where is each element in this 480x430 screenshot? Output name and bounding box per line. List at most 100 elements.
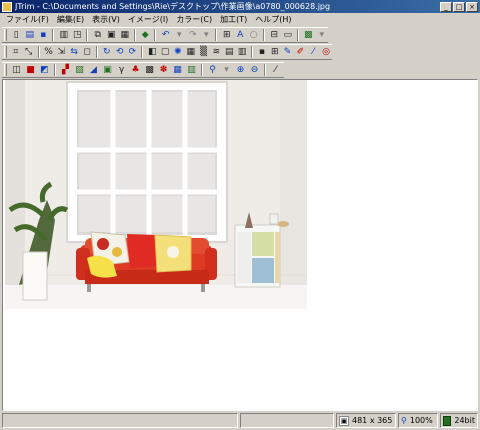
flip-horizontal-icon[interactable]: ⇆ (68, 46, 80, 59)
tile-icon[interactable]: ▪ (256, 46, 268, 59)
separator (264, 64, 266, 76)
zoom-icon[interactable]: ⚲ (206, 64, 219, 77)
posterize-icon[interactable]: ✽ (157, 64, 170, 77)
sepia-icon[interactable]: ■ (24, 64, 37, 77)
status-empty-panel (240, 413, 334, 428)
frame-icon[interactable]: ◧ (146, 46, 158, 59)
separator (262, 29, 265, 41)
close-button[interactable]: × (466, 1, 478, 12)
color-depth-value: 24bit (454, 416, 475, 425)
circle-select-icon[interactable]: ○ (247, 29, 260, 42)
separator (54, 64, 56, 76)
resize-percent-icon[interactable]: % (43, 46, 55, 59)
select-all-icon[interactable]: ⊞ (220, 29, 233, 42)
maximize-button[interactable]: □ (453, 1, 465, 12)
print-icon[interactable]: ▥ (57, 29, 70, 42)
menu-view[interactable]: 表示(V) (88, 14, 124, 25)
menu-process[interactable]: 加工(T) (216, 14, 251, 25)
toolbar-grip[interactable] (4, 46, 7, 58)
new-icon[interactable]: ▯ (10, 29, 23, 42)
negative-icon[interactable]: ◩ (38, 64, 51, 77)
color-balance-icon[interactable]: ▞ (59, 64, 72, 77)
sharpen-icon[interactable]: ✺ (172, 46, 184, 59)
separator (154, 29, 157, 41)
separator (201, 64, 203, 76)
toolbar-transform: ⌗ ⤡ % ⇲ ⇆ ◻ ↻ ⟲ ⟳ ◧ ▢ ✺ ▦ ▒ ≋ ▤ ▥ ▪ ⊞ ✎ … (2, 44, 332, 60)
rotate-left-icon[interactable]: ⟲ (114, 46, 126, 59)
gamma-icon[interactable]: γ (115, 64, 128, 77)
title-bar: JTrim - C:\Documents and Settings\Rie\デス… (0, 0, 480, 13)
trim-icon[interactable]: ⇲ (55, 46, 67, 59)
zoom-value: 100% (409, 416, 433, 425)
paste-icon[interactable]: ▣ (105, 29, 118, 42)
palette-icon[interactable]: ▥ (185, 64, 198, 77)
zoom-in-icon[interactable]: ⊕ (234, 64, 247, 77)
emboss-icon[interactable]: ▥ (236, 46, 248, 59)
image-size-panel: ▣ 481 x 365 (336, 413, 396, 428)
menu-help[interactable]: ヘルプ(H) (251, 14, 295, 25)
capture-icon[interactable]: ◆ (139, 29, 152, 42)
hue-icon[interactable]: ▧ (73, 64, 86, 77)
thumbnail-icon[interactable]: ▩ (302, 29, 315, 42)
minimize-button[interactable]: _ (440, 1, 452, 12)
menu-edit[interactable]: 編集(E) (53, 14, 88, 25)
contrast-icon[interactable]: ▣ (101, 64, 114, 77)
zoom-dropdown-icon[interactable]: ▾ (220, 64, 233, 77)
saturation-icon[interactable]: ♣ (129, 64, 142, 77)
grayscale-icon[interactable]: ◫ (10, 64, 23, 77)
zoom-status-icon: ⚲ (401, 416, 407, 425)
eyedropper-icon[interactable]: ⁄ (269, 64, 282, 77)
image-size-icon: ▣ (339, 415, 349, 426)
open-icon[interactable]: ▤ (23, 29, 36, 42)
pen-icon[interactable]: ⁄ (307, 46, 319, 59)
image-canvas[interactable] (2, 79, 478, 411)
copy-icon[interactable]: ⧉ (91, 29, 104, 42)
image-size-value: 481 x 365 (352, 416, 393, 425)
border-icon[interactable]: ▢ (159, 46, 171, 59)
photo-image (5, 80, 307, 309)
toolbar-grip[interactable] (4, 29, 7, 41)
redo-icon[interactable]: ↷ (186, 29, 199, 42)
print-preview-icon[interactable]: ◳ (71, 29, 84, 42)
thumbnail-dropdown-icon[interactable]: ▾ (315, 29, 328, 42)
toolbar-color: ◫ ■ ◩ ▞ ▧ ◢ ▣ γ ♣ ▩ ✽ ▦ ▥ ⚲ ▾ ⊕ ⊖ ⁄ (2, 62, 284, 78)
edit-icon[interactable]: ✎ (282, 46, 294, 59)
channel-icon[interactable]: ▦ (171, 64, 184, 77)
checker-icon[interactable]: ▩ (143, 64, 156, 77)
undo-dropdown-icon[interactable]: ▾ (173, 29, 186, 42)
blur-icon[interactable]: ≋ (211, 46, 223, 59)
canvas-size-icon[interactable]: ◻ (81, 46, 93, 59)
rotate-right-icon[interactable]: ⟳ (127, 46, 139, 59)
separator (141, 46, 144, 58)
status-message-panel (2, 413, 238, 428)
text-icon[interactable]: A (234, 29, 247, 42)
crop-icon[interactable]: ⌗ (10, 46, 22, 59)
split-icon[interactable]: ⊞ (269, 46, 281, 59)
app-icon (2, 1, 12, 12)
rotate-icon[interactable]: ↻ (101, 46, 113, 59)
brush-icon[interactable]: ✐ (294, 46, 306, 59)
separator (133, 29, 136, 41)
zoom-out-icon[interactable]: ⊖ (248, 64, 261, 77)
undo-icon[interactable]: ↶ (159, 29, 172, 42)
filmstrip-icon[interactable]: ▭ (281, 29, 294, 42)
separator (250, 46, 253, 58)
texture-icon[interactable]: ▤ (223, 46, 235, 59)
paste-new-icon[interactable]: ▦ (118, 29, 131, 42)
separator (296, 29, 299, 41)
menu-color[interactable]: カラー(C) (172, 14, 216, 25)
mosaic-icon[interactable]: ▦ (185, 46, 197, 59)
resize-icon[interactable]: ⤡ (23, 46, 35, 59)
noise-icon[interactable]: ▒ (198, 46, 210, 59)
separator (52, 29, 55, 41)
menu-image[interactable]: イメージ(I) (124, 14, 172, 25)
menu-file[interactable]: ファイル(F) (2, 14, 53, 25)
window-title: JTrim - C:\Documents and Settings\Rie\デス… (15, 2, 331, 11)
save-icon[interactable]: ▪ (37, 29, 50, 42)
color-depth-panel: 24bit (440, 413, 478, 428)
toolbar-grip[interactable] (4, 64, 7, 76)
grid-icon[interactable]: ⊟ (268, 29, 281, 42)
redo-dropdown-icon[interactable]: ▾ (200, 29, 213, 42)
target-icon[interactable]: ◎ (320, 46, 332, 59)
brightness-icon[interactable]: ◢ (87, 64, 100, 77)
